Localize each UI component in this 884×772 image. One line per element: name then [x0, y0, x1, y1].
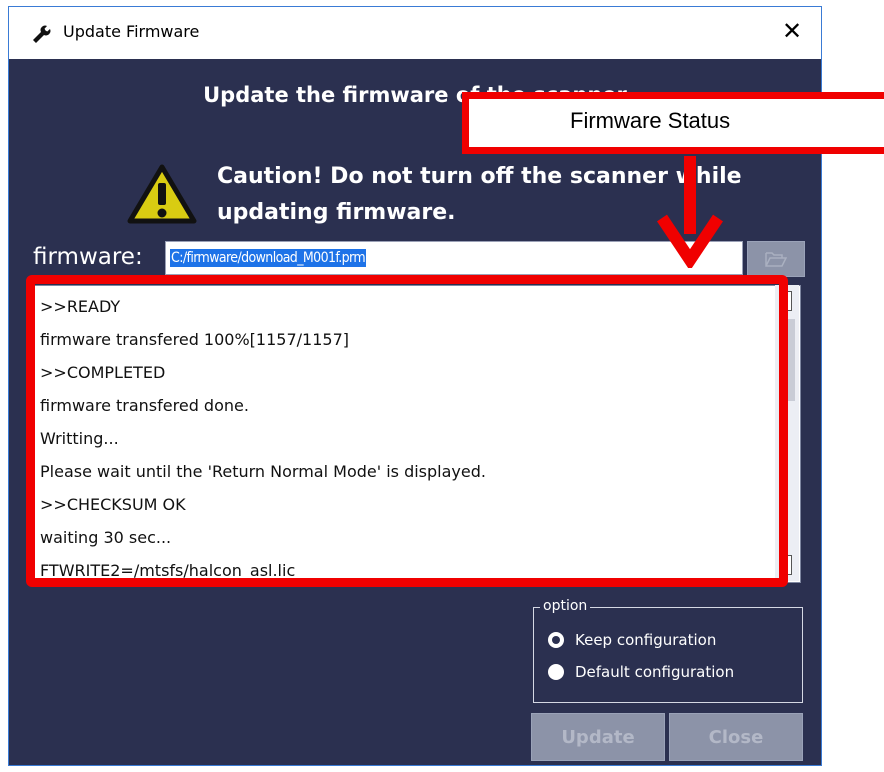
- option-group: option Keep configuration Default config…: [533, 598, 803, 703]
- wrench-icon: [33, 25, 51, 43]
- caution-line-2: updating firmware.: [217, 200, 456, 225]
- close-icon[interactable]: ✕: [777, 16, 807, 46]
- close-button[interactable]: Close: [669, 713, 803, 761]
- folder-open-icon: [765, 252, 787, 267]
- firmware-label: firmware:: [33, 244, 143, 270]
- browse-button[interactable]: [747, 241, 805, 277]
- annotation-highlight-rect: [26, 275, 788, 587]
- annotation-label: Firmware Status: [570, 108, 731, 133]
- window-title: Update Firmware: [63, 22, 200, 41]
- radio-selected-icon: [548, 632, 564, 648]
- keep-configuration-label: Keep configuration: [575, 631, 717, 649]
- caution-line-1: Caution! Do not turn off the scanner whi…: [217, 164, 742, 189]
- default-configuration-radio[interactable]: Default configuration: [548, 660, 734, 684]
- warning-icon: [127, 164, 197, 224]
- keep-configuration-radio[interactable]: Keep configuration: [548, 628, 716, 652]
- update-button[interactable]: Update: [531, 713, 665, 761]
- firmware-path-value: C:/firmware/download_M001f.prm: [170, 249, 367, 267]
- caution-message: Caution! Do not turn off the scanner whi…: [217, 159, 817, 231]
- title-bar: Update Firmware ✕: [9, 7, 821, 59]
- default-configuration-label: Default configuration: [575, 663, 735, 681]
- option-legend: option: [540, 598, 591, 614]
- radio-unselected-icon: [548, 664, 564, 680]
- annotation-arrow-icon: [657, 156, 723, 268]
